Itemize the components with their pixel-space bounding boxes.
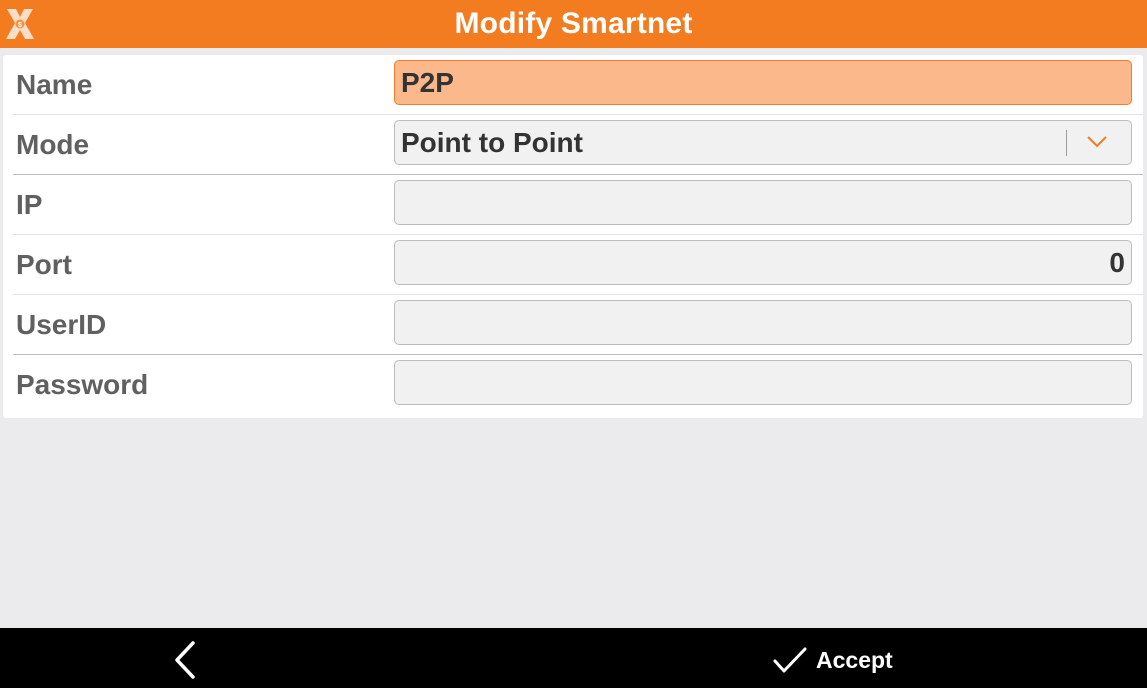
mode-label: Mode	[16, 129, 90, 160]
ip-label: IP	[16, 189, 43, 220]
ip-row: IP	[13, 175, 1143, 235]
ip-input[interactable]	[394, 180, 1132, 225]
chevron-left-icon[interactable]	[166, 640, 206, 680]
name-input[interactable]: P2P	[394, 60, 1132, 105]
name-row: Name P2P	[13, 55, 1143, 115]
smartnet-form: Name P2P Mode Point to Point IP Port 0 U…	[3, 55, 1143, 418]
mode-row: Mode Point to Point	[13, 115, 1143, 175]
select-separator	[1066, 130, 1067, 156]
title-bar: $ Modify Smartnet	[0, 0, 1147, 48]
port-row: Port 0	[13, 235, 1143, 295]
mode-select-value: Point to Point	[401, 126, 583, 158]
userid-input[interactable]	[394, 300, 1132, 345]
userid-label: UserID	[16, 309, 107, 340]
name-label: Name	[16, 69, 93, 100]
x-logo-icon: $	[6, 9, 34, 39]
port-input[interactable]: 0	[394, 240, 1132, 285]
port-label: Port	[16, 249, 72, 280]
userid-row: UserID	[13, 295, 1143, 355]
password-input[interactable]	[394, 360, 1132, 405]
password-label: Password	[16, 369, 149, 400]
password-row: Password	[13, 355, 1143, 415]
accept-button[interactable]: Accept	[772, 644, 893, 676]
page-title: Modify Smartnet	[454, 7, 693, 40]
accept-label: Accept	[816, 646, 893, 673]
svg-text:$: $	[18, 22, 22, 29]
check-icon	[773, 647, 807, 673]
bottom-bar: Accept	[0, 628, 1147, 688]
chevron-down-icon[interactable]	[1085, 134, 1109, 150]
mode-select[interactable]: Point to Point	[394, 120, 1132, 165]
